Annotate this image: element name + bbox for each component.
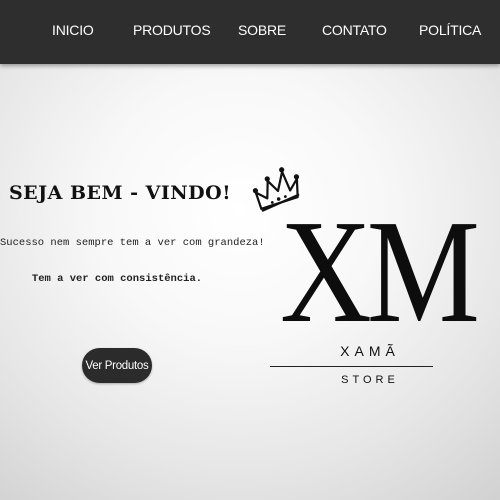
hero-subtagline: Tem a ver com consistência. <box>31 273 203 285</box>
logo-monogram: XM <box>280 190 480 354</box>
brand-logo: XM XAMÃ STORE <box>250 155 480 395</box>
logo-brand-subtitle: STORE <box>341 374 399 386</box>
nav-link-produtos[interactable]: PRODUTOS <box>133 22 211 38</box>
hero-title: SEJA BEM - VINDO! <box>8 182 232 204</box>
nav-link-politica[interactable]: POLÍTICA <box>419 22 481 38</box>
logo-brand-name: XAMÃ <box>340 343 400 359</box>
nav-link-sobre[interactable]: SOBRE <box>238 22 286 38</box>
nav-link-inicio[interactable]: INICIO <box>52 22 94 38</box>
nav-link-contato[interactable]: CONTATO <box>322 22 387 38</box>
logo-divider <box>270 366 433 367</box>
hero-tagline: Sucesso nem sempre tem a ver com grandez… <box>0 237 265 249</box>
view-products-button[interactable]: Ver Produtos <box>82 348 152 383</box>
top-navbar: INICIO PRODUTOS SOBRE CONTATO POLÍTICA <box>0 0 500 64</box>
